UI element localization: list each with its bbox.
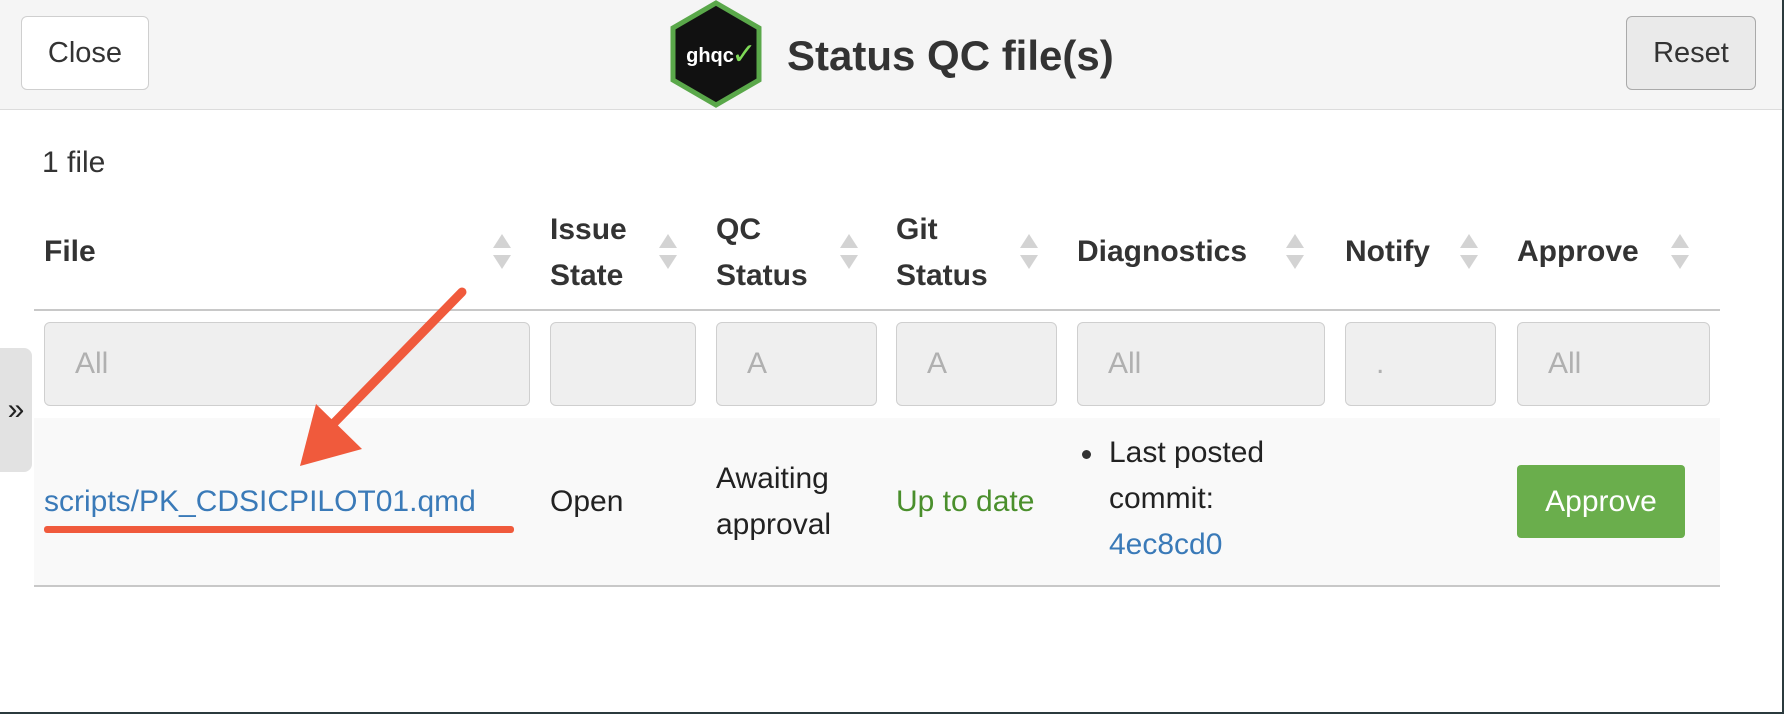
status-qc-dialog: Close ghqc ✓ Status QC file(s) Reset » 1…	[0, 0, 1784, 714]
annotation-arrow-icon	[300, 287, 467, 466]
